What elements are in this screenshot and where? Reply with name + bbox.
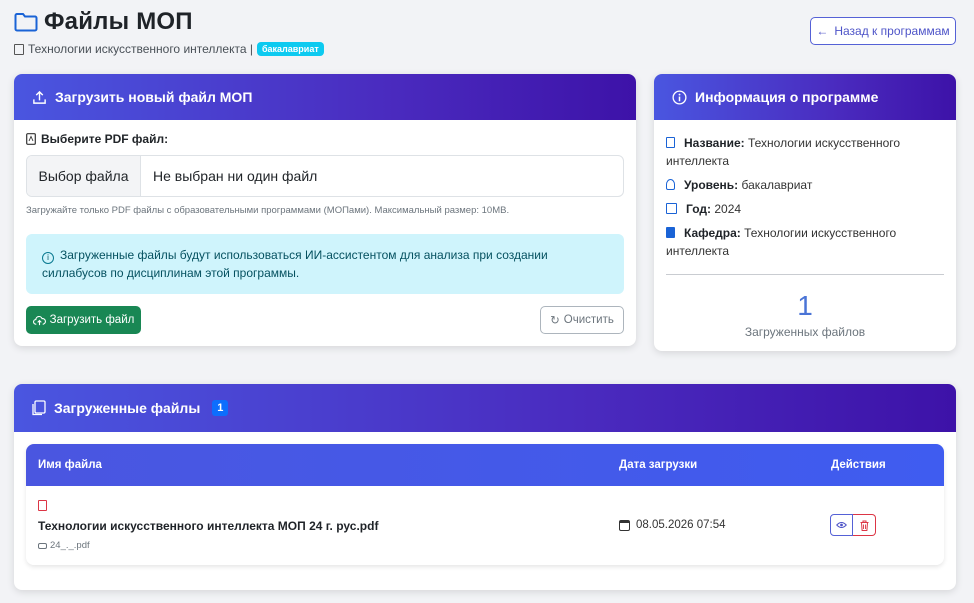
pdf-field-label-text: Выберите PDF файл: [41, 132, 169, 146]
clear-button-label: Очистить [563, 314, 614, 326]
files-icon [32, 400, 46, 416]
info-value: бакалавриат [741, 178, 813, 192]
upload-file-button[interactable]: Загрузить файл [26, 306, 141, 334]
info-item-level: Уровень: бакалавриат [666, 176, 944, 194]
file-input[interactable]: Выбор файла Не выбран ни один файл [26, 155, 624, 197]
files-count-badge: 1 [212, 400, 229, 416]
info-icon: i [42, 252, 54, 264]
refresh-icon: ↻ [550, 315, 560, 327]
arrow-left-icon: ← [816, 24, 829, 38]
page-title: Файлы МОП [44, 8, 193, 35]
info-item-department: Кафедра: Технологии искусственного интел… [666, 224, 944, 260]
upload-card: Загрузить новый файл МОП Выберите PDF фа… [14, 74, 636, 346]
info-card-title: Информация о программе [695, 89, 879, 105]
files-card-header: Загруженные файлы 1 [14, 384, 956, 432]
upload-icon [33, 90, 46, 104]
choose-file-button[interactable]: Выбор файла [27, 156, 141, 196]
files-count-label: Загруженных файлов [744, 325, 866, 339]
column-header-filename: Имя файла [38, 459, 102, 471]
info-alert: i Загруженные файлы будут использоваться … [26, 234, 624, 294]
info-alert-text: Загруженные файлы будут использоваться И… [42, 248, 548, 280]
view-file-button[interactable] [830, 514, 853, 536]
delete-file-button[interactable] [853, 514, 876, 536]
table-header: Имя файла Дата загрузки Действия [26, 444, 944, 486]
calendar-icon [666, 203, 677, 214]
upload-body: Выберите PDF файл: Выбор файла Не выбран… [14, 120, 636, 334]
calendar-icon [619, 519, 630, 531]
back-to-programs-button[interactable]: ← Назад к программам [810, 17, 956, 45]
pdf-field-label: Выберите PDF файл: [26, 132, 624, 146]
info-label: Кафедра: [684, 226, 741, 240]
column-header-actions: Действия [831, 459, 886, 471]
folder-icon [14, 13, 38, 32]
file-name: Технологии искусственного интеллекта МОП… [38, 519, 379, 533]
files-table: Имя файла Дата загрузки Действия Техноло… [26, 444, 944, 565]
hdd-icon [38, 542, 47, 549]
stored-file-name-text: 24_._.pdf [50, 540, 90, 551]
upload-card-title: Загрузить новый файл МОП [55, 89, 253, 105]
upload-actions: Загрузить файл ↻ Очистить [26, 306, 624, 334]
file-pdf-icon [26, 133, 36, 145]
upload-file-button-label: Загрузить файл [49, 314, 135, 326]
info-body: Название: Технологии искусственного инте… [654, 120, 956, 339]
bookmark-icon [666, 137, 675, 148]
info-label: Уровень: [684, 178, 739, 192]
program-name: Технологии искусственного интеллекта | [28, 42, 253, 56]
uploaded-files-card: Загруженные файлы 1 Имя файла Дата загру… [14, 384, 956, 590]
info-divider [666, 274, 944, 275]
upload-hint: Загружайте только PDF файлы с образовате… [26, 205, 510, 216]
info-card-header: Информация о программе [654, 74, 956, 120]
table-row: Технологии искусственного интеллекта МОП… [26, 486, 944, 565]
file-pdf-icon [38, 500, 47, 511]
no-file-chosen-text: Не выбран ни один файл [153, 168, 318, 184]
building-icon [666, 227, 675, 238]
upload-card-header: Загрузить новый файл МОП [14, 74, 636, 120]
award-icon [666, 179, 675, 190]
info-item-name: Название: Технологии искусственного инте… [666, 134, 944, 170]
info-circle-icon [672, 89, 687, 105]
level-badge: бакалавриат [256, 42, 324, 56]
info-item-year: Год: 2024 [666, 200, 944, 218]
upload-date: 08.05.2026 07:54 [619, 519, 726, 531]
column-header-date: Дата загрузки [619, 459, 698, 471]
info-value: 2024 [714, 202, 742, 216]
clear-button[interactable]: ↻ Очистить [540, 306, 624, 334]
page-header: Файлы МОП Технологии искусственного инте… [14, 8, 956, 60]
book-icon [14, 43, 24, 55]
eye-icon [836, 521, 847, 529]
info-label: Название: [684, 136, 745, 150]
back-button-label: Назад к программам [834, 24, 950, 38]
trash-icon [860, 520, 868, 531]
stored-file-name: 24_._.pdf [38, 540, 90, 551]
row-actions [830, 514, 876, 536]
files-count: 1 [797, 290, 813, 321]
info-label: Год: [686, 202, 711, 216]
cloud-upload-icon [32, 315, 46, 325]
program-info-card: Информация о программе Название: Техноло… [654, 74, 956, 351]
files-card-title: Загруженные файлы [54, 400, 201, 416]
upload-date-text: 08.05.2026 07:54 [636, 519, 726, 531]
